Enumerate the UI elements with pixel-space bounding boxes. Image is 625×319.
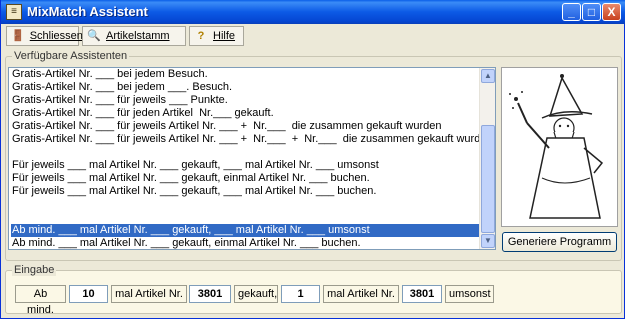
help-icon: ?	[197, 30, 205, 42]
list-scrollbar[interactable]: ▲ ▼	[479, 68, 495, 249]
generate-program-button[interactable]: Generiere Programm	[502, 232, 617, 252]
assistants-group-label: Verfügbare Assistenten	[12, 50, 130, 62]
article-1-input[interactable]: 3801	[189, 285, 231, 303]
app-icon: ≡	[6, 4, 22, 20]
list-item[interactable]: Gratis-Artikel Nr. ___ für jeweils ___ P…	[11, 94, 481, 107]
label-free: umsonst	[445, 285, 494, 303]
list-item[interactable]: Gratis-Artikel Nr. ___ für jeweils Artik…	[11, 133, 493, 146]
toolbar: 🚪 Schliessen 🔍 Artikelstamm ? Hilfe	[1, 24, 625, 48]
list-item[interactable]: Für jeweils ___ mal Artikel Nr. ___ geka…	[11, 159, 481, 172]
list-item[interactable]	[11, 146, 481, 159]
list-item[interactable]: Gratis-Artikel Nr. ___ bei jedem Besuch.	[11, 68, 481, 81]
help-button[interactable]: ? Hilfe	[189, 26, 244, 46]
list-item[interactable]: Für jeweils ___ mal Artikel Nr. ___ geka…	[11, 172, 481, 185]
list-item[interactable]: Gratis-Artikel Nr. ___ bei jedem ___. Be…	[11, 81, 481, 94]
maximize-button[interactable]: □	[582, 3, 601, 21]
articles-button[interactable]: 🔍 Artikelstamm	[82, 26, 186, 46]
wizard-illustration	[501, 67, 618, 227]
list-item[interactable]	[11, 198, 481, 211]
assistant-list-items: Gratis-Artikel Nr. ___ bei jedem Besuch.…	[11, 68, 493, 249]
assistant-list[interactable]: Gratis-Artikel Nr. ___ bei jedem Besuch.…	[8, 67, 496, 250]
close-button[interactable]: 🚪 Schliessen	[6, 26, 83, 46]
wizard-icon	[509, 74, 604, 219]
list-item[interactable]: Gratis-Artikel Nr. ___ für jeden Artikel…	[11, 107, 481, 120]
label-article-2: mal Artikel Nr.	[323, 285, 399, 303]
list-item[interactable]: Für jeweils ___ mal Artikel Nr. ___ geka…	[11, 185, 481, 198]
quantity-input[interactable]: 10	[69, 285, 108, 303]
help-button-label: Hilfe	[213, 30, 236, 42]
title-bar[interactable]: ≡ MixMatch Assistent _ □ X	[1, 0, 625, 24]
close-button-label: Schliessen	[29, 30, 83, 42]
scroll-up-button[interactable]: ▲	[481, 69, 495, 83]
close-window-button[interactable]: X	[602, 3, 621, 21]
list-item[interactable]	[11, 211, 481, 224]
list-item[interactable]: Ab mind. ___ mal Artikel Nr. ___ gekauft…	[11, 237, 481, 249]
articles-button-label: Artikelstamm	[106, 30, 170, 42]
minimize-button[interactable]: _	[562, 3, 581, 21]
label-bought: gekauft,	[234, 285, 278, 303]
scroll-down-button[interactable]: ▼	[481, 234, 495, 248]
input-group-label: Eingabe	[12, 264, 57, 276]
label-min: Ab mind.	[15, 285, 66, 316]
search-icon: 🔍	[87, 30, 101, 42]
list-item[interactable]: Ab mind. ___ mal Artikel Nr. ___ gekauft…	[11, 224, 481, 237]
list-item[interactable]: Gratis-Artikel Nr. ___ für jeweils Artik…	[11, 120, 481, 133]
free-quantity-input[interactable]: 1	[281, 285, 320, 303]
window-title: MixMatch Assistent	[27, 4, 148, 19]
door-icon: 🚪	[11, 30, 25, 42]
main-window: ≡ MixMatch Assistent _ □ X 🚪 Schliessen …	[0, 0, 625, 319]
scroll-thumb[interactable]	[481, 125, 495, 233]
label-article-1: mal Artikel Nr.	[111, 285, 187, 303]
article-2-input[interactable]: 3801	[402, 285, 442, 303]
